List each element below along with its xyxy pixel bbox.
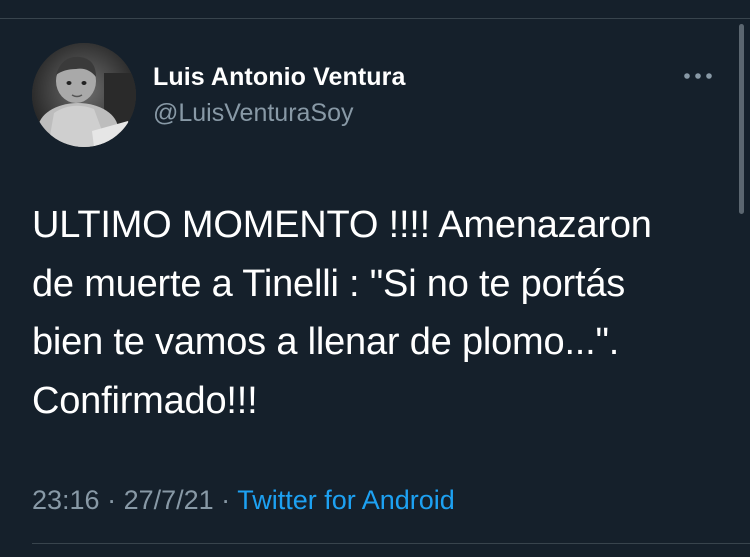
bottom-divider <box>32 543 750 544</box>
avatar[interactable] <box>32 43 136 147</box>
meta-separator: · <box>99 485 124 515</box>
more-horizontal-icon[interactable] <box>680 64 716 88</box>
tweet-date[interactable]: 27/7/21 <box>124 485 214 515</box>
meta-separator: · <box>213 485 238 515</box>
tweet-time[interactable]: 23:16 <box>32 485 100 515</box>
scrollbar[interactable] <box>739 24 744 214</box>
author-handle[interactable]: @LuisVenturaSoy <box>153 99 354 128</box>
top-divider <box>0 18 750 19</box>
tweet-meta: 23:16 · 27/7/21 · Twitter for Android <box>32 485 455 516</box>
tweet-source-link[interactable]: Twitter for Android <box>237 485 455 515</box>
author-name[interactable]: Luis Antonio Ventura <box>153 63 405 92</box>
tweet-text: ULTIMO MOMENTO !!!! Amenazaron de muerte… <box>32 204 652 422</box>
